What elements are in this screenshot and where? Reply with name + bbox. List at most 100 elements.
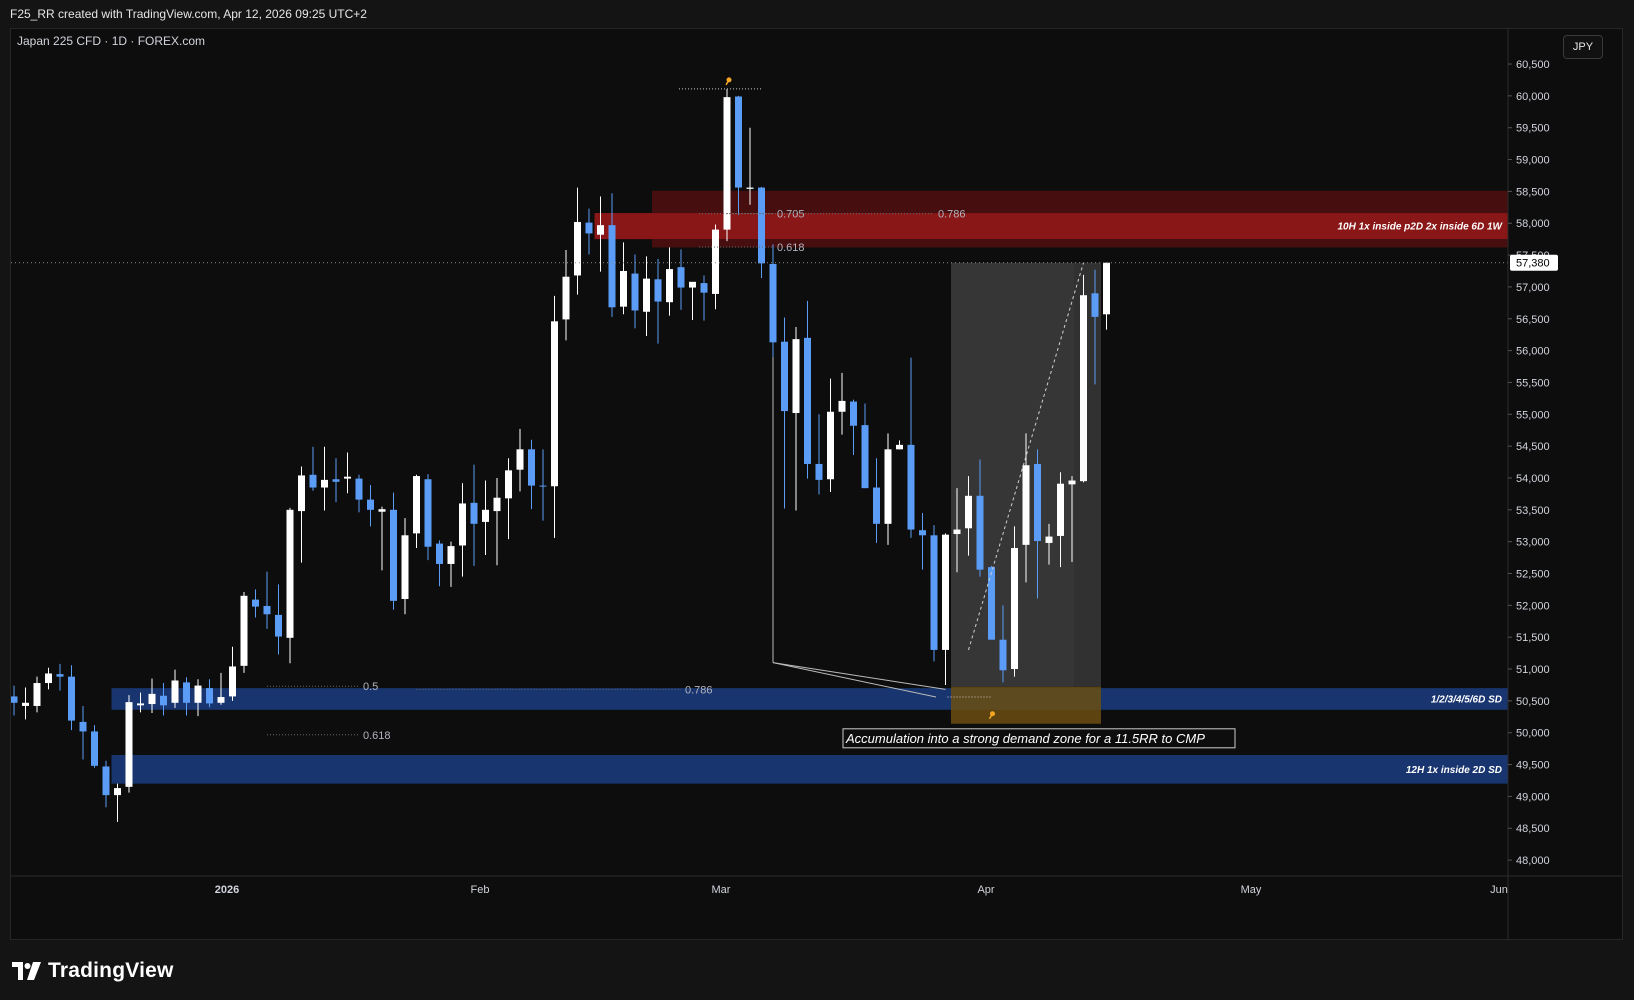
zone-label: 12H 1x inside 2D SD xyxy=(1406,765,1502,776)
time-tick-label: Feb xyxy=(471,884,490,896)
candle-body xyxy=(309,474,317,488)
price-tick-label: 59,000 xyxy=(1516,155,1550,167)
time-tick-label: Jun xyxy=(1490,884,1508,896)
price-tick-label: 60,000 xyxy=(1516,91,1550,103)
candle-body xyxy=(459,503,466,546)
zone-label: 1/2/3/4/5/6D SD xyxy=(1431,694,1502,705)
brand-name: TradingView xyxy=(48,959,174,982)
candle-body xyxy=(1080,295,1087,482)
candle-body xyxy=(735,96,742,188)
zones-layer: 10H 1x inside p2D 2x inside 6D 1W 1/2/3/4… xyxy=(111,190,1508,784)
symbol-label: Japan 225 CFD · 1D · FOREX.com xyxy=(17,34,206,48)
candle-body xyxy=(263,605,271,615)
candle-body xyxy=(700,283,708,293)
candle-body xyxy=(171,680,179,703)
candle-body xyxy=(125,702,133,787)
candle-body xyxy=(861,425,869,489)
candle-body xyxy=(183,682,190,703)
candle-body xyxy=(884,449,892,524)
candle-body xyxy=(1022,465,1030,545)
candle-body xyxy=(401,535,409,599)
candle-body xyxy=(194,685,202,703)
price-tick-label: 53,000 xyxy=(1516,537,1550,549)
candle-body xyxy=(712,229,719,294)
candle-body xyxy=(516,449,524,470)
candle-body xyxy=(22,702,29,706)
price-tick-label: 59,500 xyxy=(1516,123,1550,135)
candle-body xyxy=(666,269,673,303)
candle-body xyxy=(79,721,87,732)
candle-body xyxy=(689,281,696,288)
candle-body xyxy=(217,697,225,703)
candle-body xyxy=(240,595,248,666)
time-tick-label: Mar xyxy=(712,884,731,896)
divergence-line xyxy=(772,662,946,690)
price-tick-label: 52,000 xyxy=(1516,600,1550,612)
candle-body xyxy=(148,693,156,705)
candle-body xyxy=(896,444,903,450)
candle-body xyxy=(758,187,765,264)
candle-body xyxy=(792,339,800,414)
candle-body xyxy=(723,97,731,230)
position-stop-box xyxy=(951,686,1101,724)
price-tick-label: 60,500 xyxy=(1516,59,1550,71)
candle-body xyxy=(332,479,340,482)
candle-body xyxy=(930,535,938,650)
zone-demand xyxy=(111,688,1508,710)
candle-body xyxy=(608,225,616,308)
annotation-callout: Accumulation into a strong demand zone f… xyxy=(842,728,1236,749)
candle-body xyxy=(919,530,926,536)
price-axis: 60,50060,00059,50059,00058,50058,00057,5… xyxy=(1507,29,1558,939)
candle-body xyxy=(1091,293,1099,317)
candle-body xyxy=(551,321,558,487)
candle-body xyxy=(815,463,823,480)
candle-body xyxy=(953,529,961,535)
tradingview-brand[interactable]: TradingView xyxy=(12,957,174,985)
candle-body xyxy=(91,731,98,766)
price-tick-label: 51,500 xyxy=(1516,632,1550,644)
candle-body xyxy=(677,267,685,288)
fib-level-label: 0.786 xyxy=(685,684,713,696)
price-tick-label: 51,000 xyxy=(1516,664,1550,676)
candle-body xyxy=(631,273,639,311)
candle-body xyxy=(574,221,581,276)
fib-level-label: 0.786 xyxy=(938,209,966,221)
candle-body xyxy=(976,495,984,570)
candle-body xyxy=(907,444,915,530)
candle-body xyxy=(321,479,328,488)
candle-body xyxy=(206,688,213,704)
candle-body xyxy=(838,400,846,412)
currency-button[interactable]: JPY xyxy=(1563,35,1603,59)
chart-panel[interactable]: 10H 1x inside p2D 2x inside 6D 1W 1/2/3/4… xyxy=(10,28,1623,940)
price-tick-label: 56,000 xyxy=(1516,346,1550,358)
price-tick-label: 58,000 xyxy=(1516,218,1550,230)
price-tick-label: 48,500 xyxy=(1516,823,1550,835)
candle-body xyxy=(965,495,972,529)
candle-body xyxy=(539,485,547,487)
candle-body xyxy=(286,509,294,638)
price-tick-label: 57,000 xyxy=(1516,282,1550,294)
price-tick-label: 54,000 xyxy=(1516,473,1550,485)
candle-body xyxy=(942,534,949,650)
candle-body xyxy=(378,509,386,512)
annotation-text: Accumulation into a strong demand zone f… xyxy=(845,731,1205,746)
candle-body xyxy=(11,696,18,703)
time-tick-label: May xyxy=(1241,884,1262,896)
candle-body xyxy=(1057,483,1064,536)
candle-body xyxy=(355,478,363,500)
candle-body xyxy=(102,766,110,796)
overlays-layer: 0.705 0.786 0.618 0.5 0.786 0.618 Accumulation… xyxy=(11,77,1508,749)
candle-body xyxy=(827,411,834,480)
candle-body xyxy=(804,337,811,464)
candle-body xyxy=(769,263,777,343)
candlestick-chart[interactable]: 10H 1x inside p2D 2x inside 6D 1W 1/2/3/4… xyxy=(11,29,1622,939)
candle-body xyxy=(45,673,52,684)
fib-level-label: 0.618 xyxy=(777,242,805,254)
time-axis: 2026 Feb Mar Apr May Jun xyxy=(11,875,1622,896)
candle-body xyxy=(1103,262,1110,315)
price-tick-label: 54,500 xyxy=(1516,441,1550,453)
tradingview-logo-icon xyxy=(12,962,41,980)
candle-body xyxy=(413,476,420,534)
candle-body xyxy=(436,543,443,564)
price-tick-label: 49,500 xyxy=(1516,760,1550,772)
